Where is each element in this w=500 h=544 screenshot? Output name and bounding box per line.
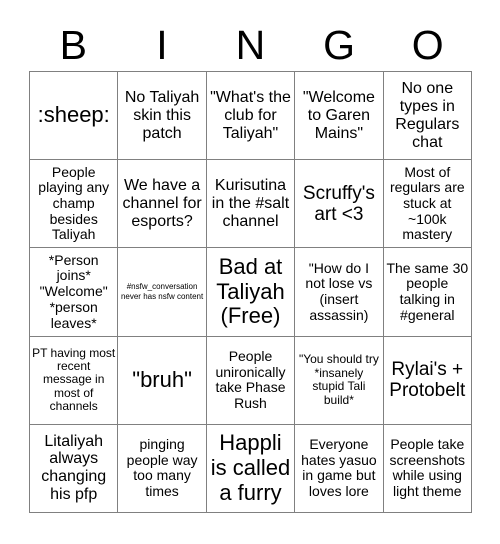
bingo-cell[interactable]: Litaliyah always changing his pfp [30,424,119,513]
bingo-cell[interactable]: No Taliyah skin this patch [118,72,207,161]
bingo-cell-text: PT having most recent message in most of… [32,345,116,414]
bingo-cell-text: Rylai's + Protobelt [389,358,466,402]
bingo-cell-text: No one types in Regulars chat [395,79,460,151]
bingo-cell[interactable]: Everyone hates yasuo in game but loves l… [295,424,384,513]
bingo-header: B I N G O [29,20,472,71]
bingo-cell-text: "How do I not lose vs (insert assassin) [305,259,373,323]
bingo-header-letter-o: O [411,22,444,68]
bingo-cell-text: Kurisutina in the #salt channel [211,176,290,230]
bingo-cell[interactable]: #nsfw_conversation never has nsfw conten… [118,248,207,337]
bingo-cell[interactable]: People take screenshots while using ligh… [383,424,472,513]
bingo-cell-text: No Taliyah skin this patch [124,88,200,142]
bingo-cell-text: "Welcome to Garen Mains" [302,88,375,142]
bingo-header-letter-i: I [156,22,168,68]
bingo-cell[interactable]: Bad at Taliyah (Free) [206,248,296,337]
bingo-cell[interactable]: "bruh" [118,336,207,425]
bingo-cell-text: People take screenshots while using ligh… [389,436,466,500]
bingo-cell[interactable]: :sheep: [30,72,119,161]
bingo-cell-text: Scruffy's art <3 [302,182,375,225]
bingo-cell-text: #nsfw_conversation never has nsfw conten… [120,281,204,301]
bingo-cell-text: Litaliyah always changing his pfp [41,432,107,504]
bingo-cell-text: Most of regulars are stuck at ~100k mast… [389,163,465,243]
bingo-cell-text: We have a channel for esports? [122,176,202,230]
bingo-header-letter-n: N [235,22,266,68]
bingo-cell[interactable]: "How do I not lose vs (insert assassin) [295,248,384,337]
bingo-cell[interactable]: The same 30 people talking in #general [383,248,472,337]
bingo-cell-text: People unironically take Phase Rush [215,347,286,411]
bingo-cell[interactable]: Happli is called a furry [206,424,296,513]
bingo-cell-text: Everyone hates yasuo in game but loves l… [301,436,377,500]
bingo-cell[interactable]: Kurisutina in the #salt channel [206,160,296,249]
bingo-cell[interactable]: People unironically take Phase Rush [206,336,296,425]
bingo-cell-text: Happli is called a furry [210,430,291,505]
bingo-cell[interactable]: People playing any champ besides Taliyah [30,160,119,249]
bingo-cell[interactable]: Scruffy's art <3 [295,160,384,249]
bingo-cell-text: "What's the club for Taliyah" [210,88,291,142]
bingo-card: B I N G O :sheep: No Taliyah skin this p… [0,0,500,544]
bingo-cell[interactable]: Rylai's + Protobelt [383,336,472,425]
bingo-cell[interactable]: "Welcome to Garen Mains" [295,72,384,161]
bingo-cell[interactable]: PT having most recent message in most of… [30,336,119,425]
bingo-cell-text: *Person joins* "Welcome" *person leaves* [39,251,108,331]
bingo-cell-text: pinging people way too many times [126,436,198,500]
bingo-cell[interactable]: We have a channel for esports? [118,160,207,249]
bingo-cell[interactable]: "You should try *insanely stupid Tali bu… [295,336,384,425]
bingo-cell-text: Bad at Taliyah (Free) [216,254,285,329]
bingo-cell[interactable]: Most of regulars are stuck at ~100k mast… [383,160,472,249]
bingo-cell[interactable]: "What's the club for Taliyah" [206,72,296,161]
bingo-cell[interactable]: *Person joins* "Welcome" *person leaves* [30,248,119,337]
bingo-cell[interactable]: No one types in Regulars chat [383,72,472,161]
bingo-cell-text: The same 30 people talking in #general [386,259,469,323]
bingo-cell-text: People playing any champ besides Taliyah [38,163,110,243]
bingo-grid: :sheep: No Taliyah skin this patch "What… [29,71,472,513]
bingo-cell-text: "bruh" [132,366,192,392]
bingo-cell-text: "You should try *insanely stupid Tali bu… [298,352,379,407]
bingo-cell[interactable]: pinging people way too many times [118,424,207,513]
bingo-header-letter-g: G [323,22,356,68]
bingo-cell-text: :sheep: [37,102,110,128]
bingo-header-letter-b: B [59,22,87,68]
